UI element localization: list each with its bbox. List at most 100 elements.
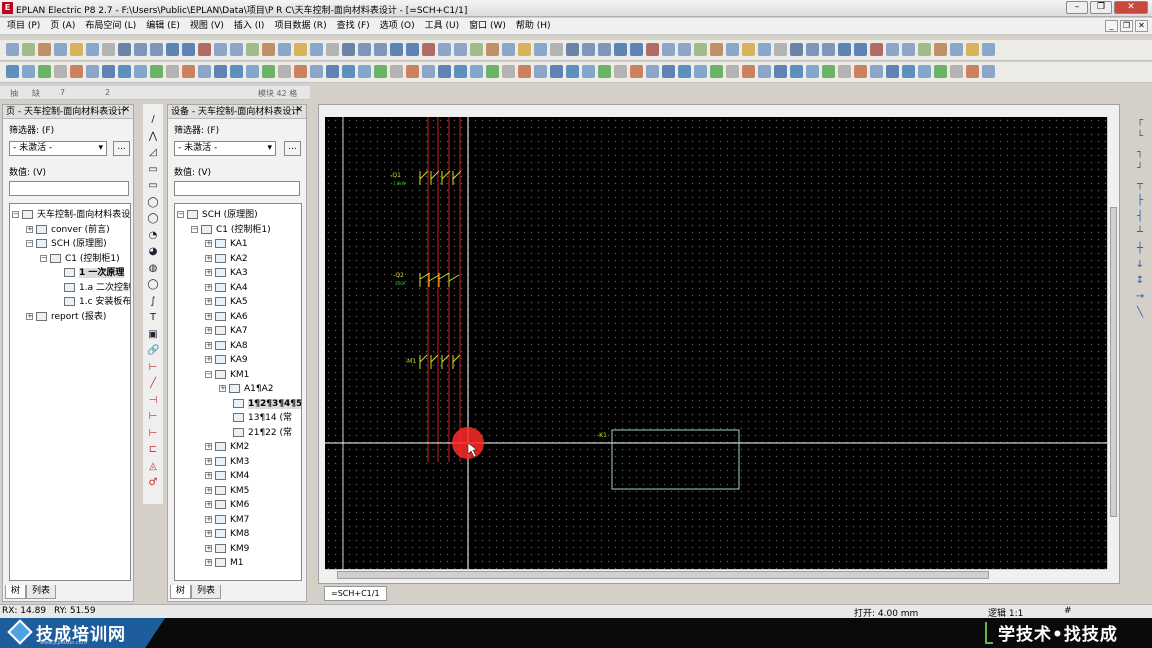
toolbar-button[interactable] xyxy=(630,43,643,56)
toolbar-button[interactable] xyxy=(358,65,371,78)
scroll-thumb[interactable] xyxy=(337,571,989,579)
toolbar-button[interactable] xyxy=(982,43,995,56)
toolbar-button[interactable] xyxy=(566,65,579,78)
toolbar-button[interactable] xyxy=(118,65,131,78)
minimize-button[interactable]: – xyxy=(1066,1,1088,14)
toolbar-button[interactable] xyxy=(854,43,867,56)
toolbar-button[interactable] xyxy=(294,43,307,56)
tree-node[interactable]: + KA8 xyxy=(205,339,248,353)
toolbar-button[interactable] xyxy=(582,65,595,78)
toolbar-button[interactable] xyxy=(342,65,355,78)
draw-tool-button[interactable]: ▭ xyxy=(147,180,159,192)
toolbar-button[interactable] xyxy=(806,65,819,78)
collapse-icon[interactable]: − xyxy=(205,370,212,378)
toolbar-button[interactable] xyxy=(966,65,979,78)
toolbar-button[interactable] xyxy=(246,43,259,56)
toolbar-button[interactable] xyxy=(550,43,563,56)
toolbar-button[interactable] xyxy=(726,65,739,78)
toolbar-button[interactable] xyxy=(518,65,531,78)
tree-node[interactable]: + KA5 xyxy=(205,295,248,309)
connection-symbol-button[interactable]: ╲ xyxy=(1133,308,1147,318)
toolbar-button[interactable] xyxy=(422,43,435,56)
toolbar-button[interactable] xyxy=(950,43,963,56)
strip-item[interactable]: 2 xyxy=(105,88,110,97)
draw-tool-button[interactable]: / xyxy=(147,114,159,126)
connection-symbol-button[interactable]: ┴ xyxy=(1133,228,1147,238)
tree-node[interactable]: + M1 xyxy=(205,556,244,570)
toolbar-button[interactable] xyxy=(6,43,19,56)
expand-icon[interactable]: + xyxy=(205,530,212,537)
strip-item[interactable]: 抽 xyxy=(10,88,18,99)
toolbar-button[interactable] xyxy=(342,43,355,56)
toolbar-button[interactable] xyxy=(38,43,51,56)
toolbar-button[interactable] xyxy=(838,43,851,56)
toolbar-button[interactable] xyxy=(886,43,899,56)
connection-symbol-button[interactable]: ↓ xyxy=(1133,260,1147,270)
draw-tool-button[interactable]: ♂ xyxy=(147,477,159,489)
draw-tool-button[interactable]: 🔗 xyxy=(147,345,159,357)
expand-icon[interactable]: + xyxy=(205,544,212,552)
toolbar-button[interactable] xyxy=(54,43,67,56)
menu-item[interactable]: 选项 (O) xyxy=(375,20,420,33)
mdi-close-button[interactable]: ✕ xyxy=(1135,20,1148,32)
draw-tool-button[interactable]: ◯ xyxy=(147,279,159,291)
toolbar-button[interactable] xyxy=(486,65,499,78)
expand-icon[interactable]: + xyxy=(205,501,212,508)
toolbar-button[interactable] xyxy=(390,65,403,78)
draw-tool-button[interactable]: ◕ xyxy=(147,246,159,258)
toolbar-button[interactable] xyxy=(86,65,99,78)
toolbar-button[interactable] xyxy=(550,65,563,78)
tree-node[interactable]: + KA6 xyxy=(205,310,248,324)
collapse-icon[interactable]: − xyxy=(40,254,47,262)
draw-tool-button[interactable]: ◯ xyxy=(147,213,159,225)
menu-item[interactable]: 项目 (P) xyxy=(2,20,45,33)
draw-tool-button[interactable]: ◔ xyxy=(147,230,159,242)
toolbar-button[interactable] xyxy=(406,65,419,78)
filter-more-button[interactable]: ... xyxy=(113,141,130,156)
tree-node[interactable]: + KA1 xyxy=(205,237,248,251)
toolbar-button[interactable] xyxy=(422,65,435,78)
menu-item[interactable]: 窗口 (W) xyxy=(464,20,511,33)
connection-symbol-button[interactable]: ┐ xyxy=(1133,148,1147,158)
expand-icon[interactable]: + xyxy=(205,269,212,276)
toolbar-button[interactable] xyxy=(438,43,451,56)
toolbar-button[interactable] xyxy=(822,43,835,56)
toolbar-button[interactable] xyxy=(566,43,579,56)
tree-node[interactable]: − SCH (原理图) xyxy=(26,237,107,251)
toolbar-button[interactable] xyxy=(502,65,515,78)
tab-list[interactable]: 列表 xyxy=(191,585,222,599)
expand-icon[interactable]: + xyxy=(205,472,212,479)
connection-symbol-button[interactable]: ┼ xyxy=(1133,244,1147,254)
toolbar-button[interactable] xyxy=(742,65,755,78)
toolbar-button[interactable] xyxy=(134,43,147,56)
toolbar-button[interactable] xyxy=(486,43,499,56)
tab-tree[interactable]: 树 xyxy=(170,585,192,599)
toolbar-button[interactable] xyxy=(182,43,195,56)
tree-node[interactable]: 1.c 安装板布 xyxy=(54,295,130,309)
collapse-icon[interactable]: − xyxy=(26,240,33,247)
toolbar-button[interactable] xyxy=(406,43,419,56)
tree-node[interactable]: + KM6 xyxy=(205,498,249,512)
toolbar-button[interactable] xyxy=(70,65,83,78)
toolbar-button[interactable] xyxy=(454,43,467,56)
value-input[interactable] xyxy=(9,181,129,196)
toolbar-button[interactable] xyxy=(934,65,947,78)
toolbar-button[interactable] xyxy=(534,65,547,78)
tree-node[interactable]: 1 一次原理 xyxy=(54,266,125,280)
toolbar-button[interactable] xyxy=(230,65,243,78)
value-input[interactable] xyxy=(174,181,300,196)
tree-node[interactable]: + KM7 xyxy=(205,513,249,527)
expand-icon[interactable]: + xyxy=(26,225,33,233)
toolbar-button[interactable] xyxy=(774,43,787,56)
menu-item[interactable]: 插入 (I) xyxy=(229,20,270,33)
toolbar-button[interactable] xyxy=(470,65,483,78)
tree-node[interactable]: 1¶2¶3¶4¶5 xyxy=(223,397,301,411)
toolbar-button[interactable] xyxy=(166,65,179,78)
toolbar-button[interactable] xyxy=(838,65,851,78)
mdi-restore-button[interactable]: ❐ xyxy=(1120,20,1133,32)
filter-select[interactable]: - 未激活 - ▾ xyxy=(9,141,107,156)
filter-more-button[interactable]: ... xyxy=(284,141,301,156)
toolbar-button[interactable] xyxy=(518,43,531,56)
expand-icon[interactable]: + xyxy=(205,443,212,450)
toolbar-button[interactable] xyxy=(598,65,611,78)
